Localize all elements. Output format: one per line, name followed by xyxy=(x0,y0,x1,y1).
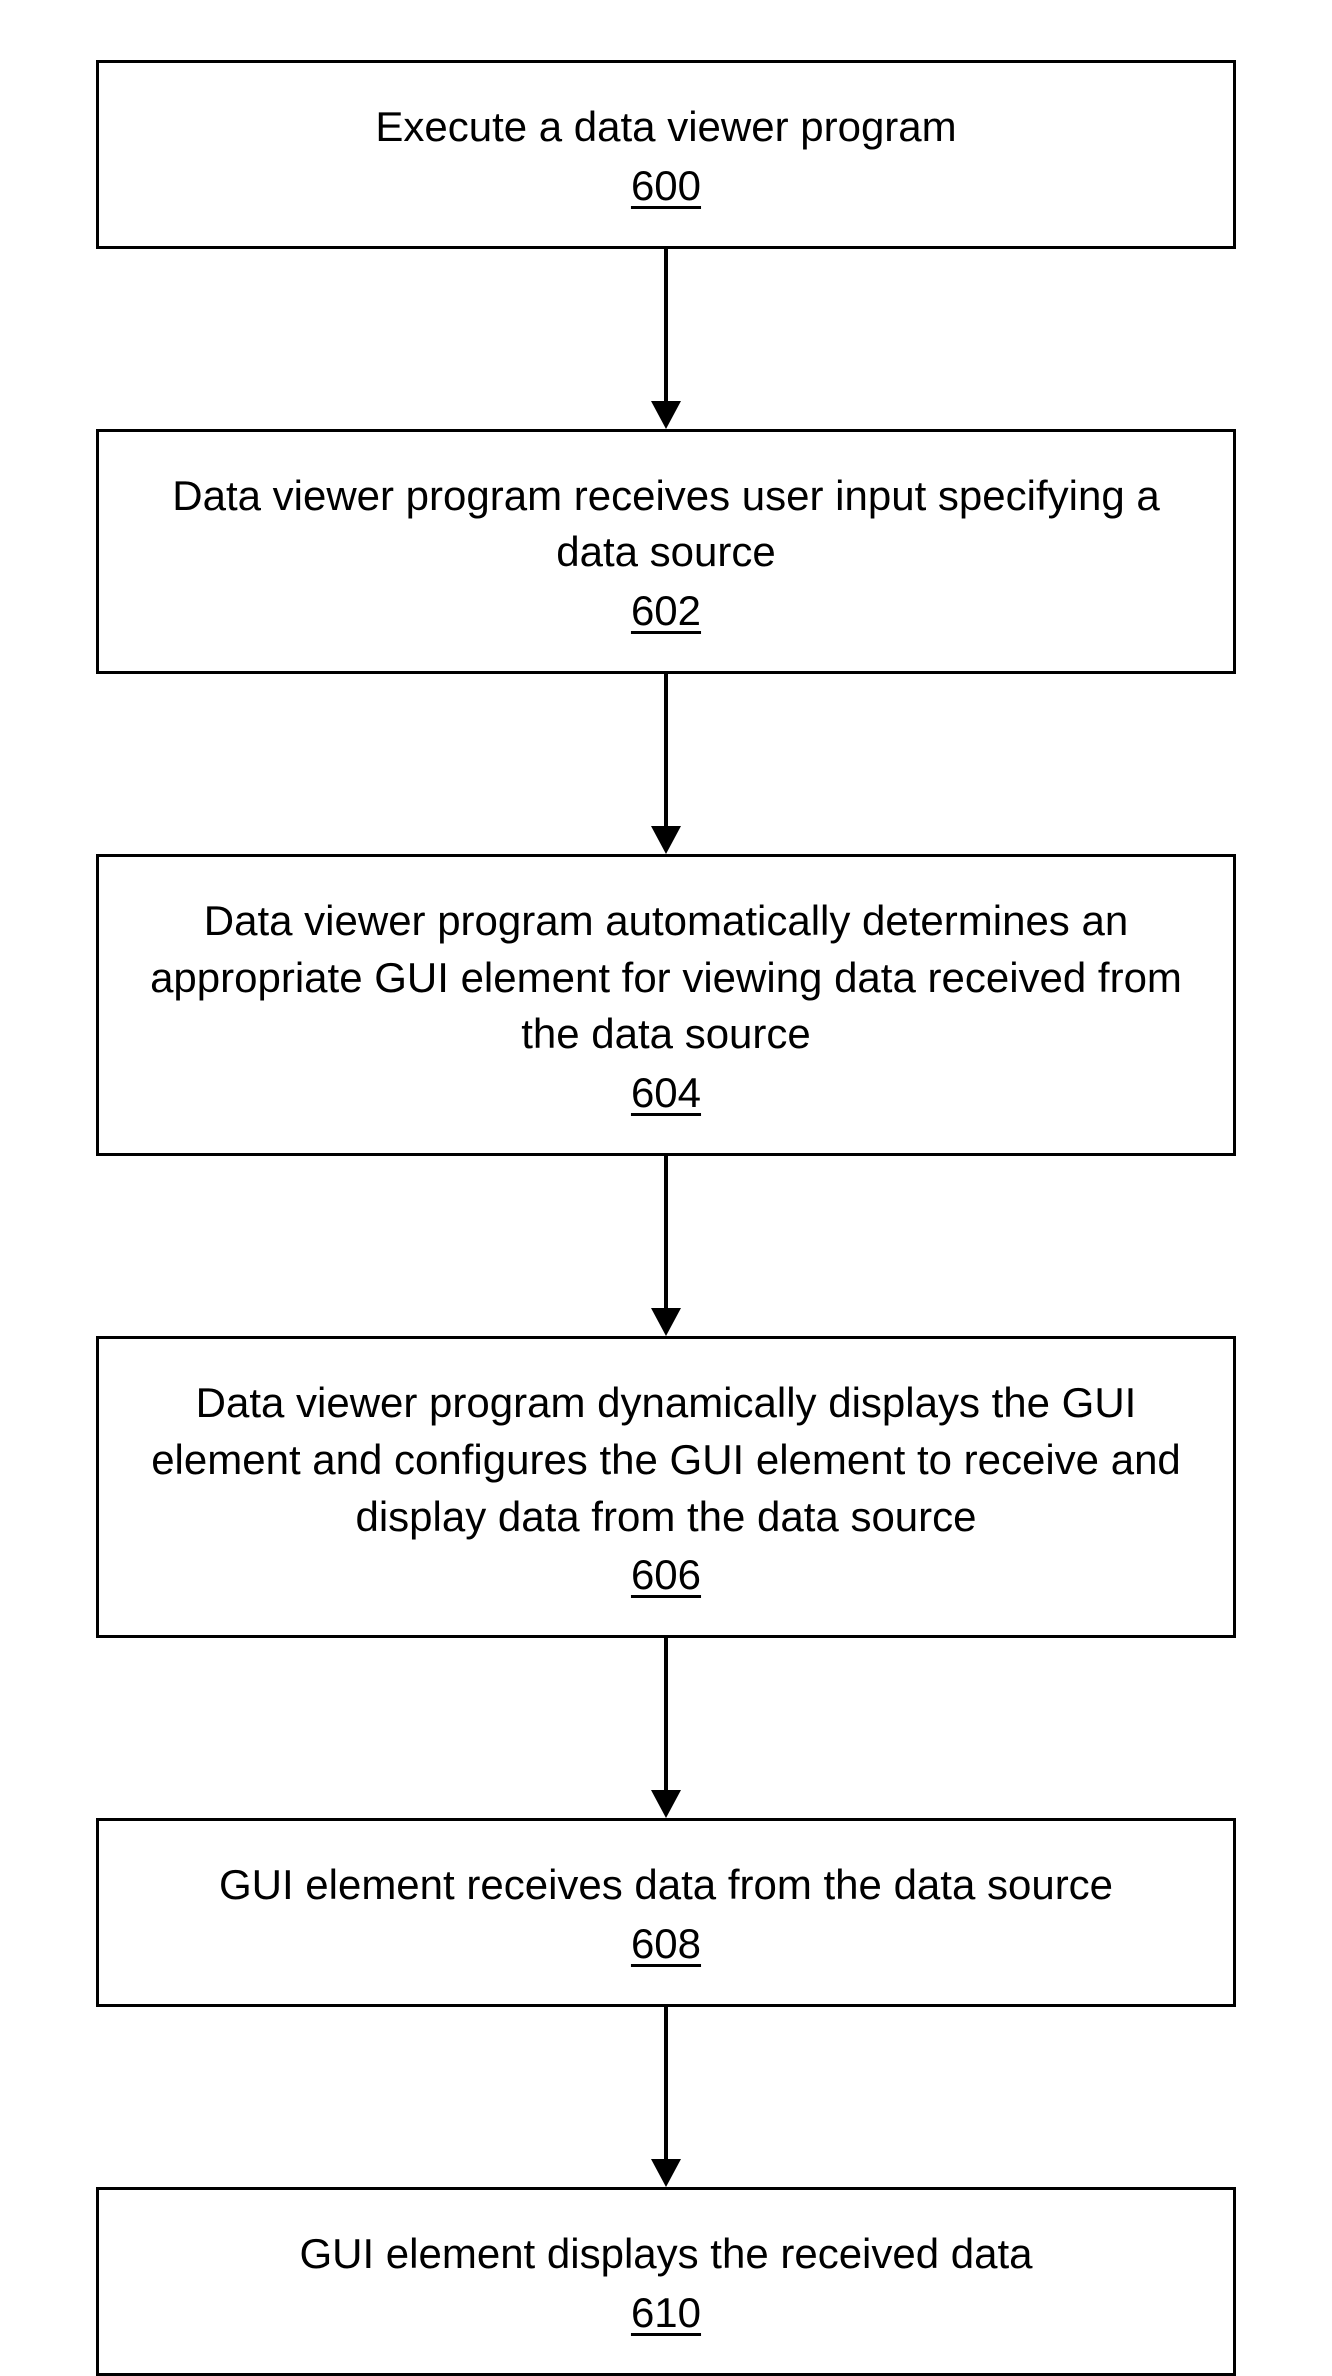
step-text: GUI element displays the received data xyxy=(299,2226,1032,2283)
connector-arrow xyxy=(651,2007,681,2187)
step-box-602: Data viewer program receives user input … xyxy=(96,429,1236,674)
step-number: 610 xyxy=(631,2289,701,2337)
step-text: Data viewer program automatically determ… xyxy=(149,893,1183,1063)
step-text: Data viewer program receives user input … xyxy=(149,468,1183,581)
step-box-608: GUI element receives data from the data … xyxy=(96,1818,1236,2007)
connector-arrow xyxy=(651,1638,681,1818)
step-box-610: GUI element displays the received data 6… xyxy=(96,2187,1236,2376)
arrow-head-icon xyxy=(651,1790,681,1818)
step-number: 604 xyxy=(631,1069,701,1117)
arrow-head-icon xyxy=(651,1308,681,1336)
step-number: 608 xyxy=(631,1920,701,1968)
step-box-600: Execute a data viewer program 600 xyxy=(96,60,1236,249)
connector-arrow xyxy=(651,249,681,429)
arrow-line xyxy=(664,249,668,402)
step-text: Data viewer program dynamically displays… xyxy=(149,1375,1183,1545)
step-number: 602 xyxy=(631,587,701,635)
arrow-head-icon xyxy=(651,401,681,429)
step-text: GUI element receives data from the data … xyxy=(219,1857,1113,1914)
arrow-line xyxy=(664,1156,668,1309)
arrow-head-icon xyxy=(651,2159,681,2187)
arrow-line xyxy=(664,674,668,827)
arrow-line xyxy=(664,1638,668,1791)
flowchart-container: Execute a data viewer program 600 Data v… xyxy=(0,60,1332,2376)
step-box-604: Data viewer program automatically determ… xyxy=(96,854,1236,1156)
step-box-606: Data viewer program dynamically displays… xyxy=(96,1336,1236,1638)
step-number: 600 xyxy=(631,162,701,210)
arrow-head-icon xyxy=(651,826,681,854)
step-number: 606 xyxy=(631,1551,701,1599)
connector-arrow xyxy=(651,674,681,854)
connector-arrow xyxy=(651,1156,681,1336)
step-text: Execute a data viewer program xyxy=(375,99,956,156)
arrow-line xyxy=(664,2007,668,2160)
